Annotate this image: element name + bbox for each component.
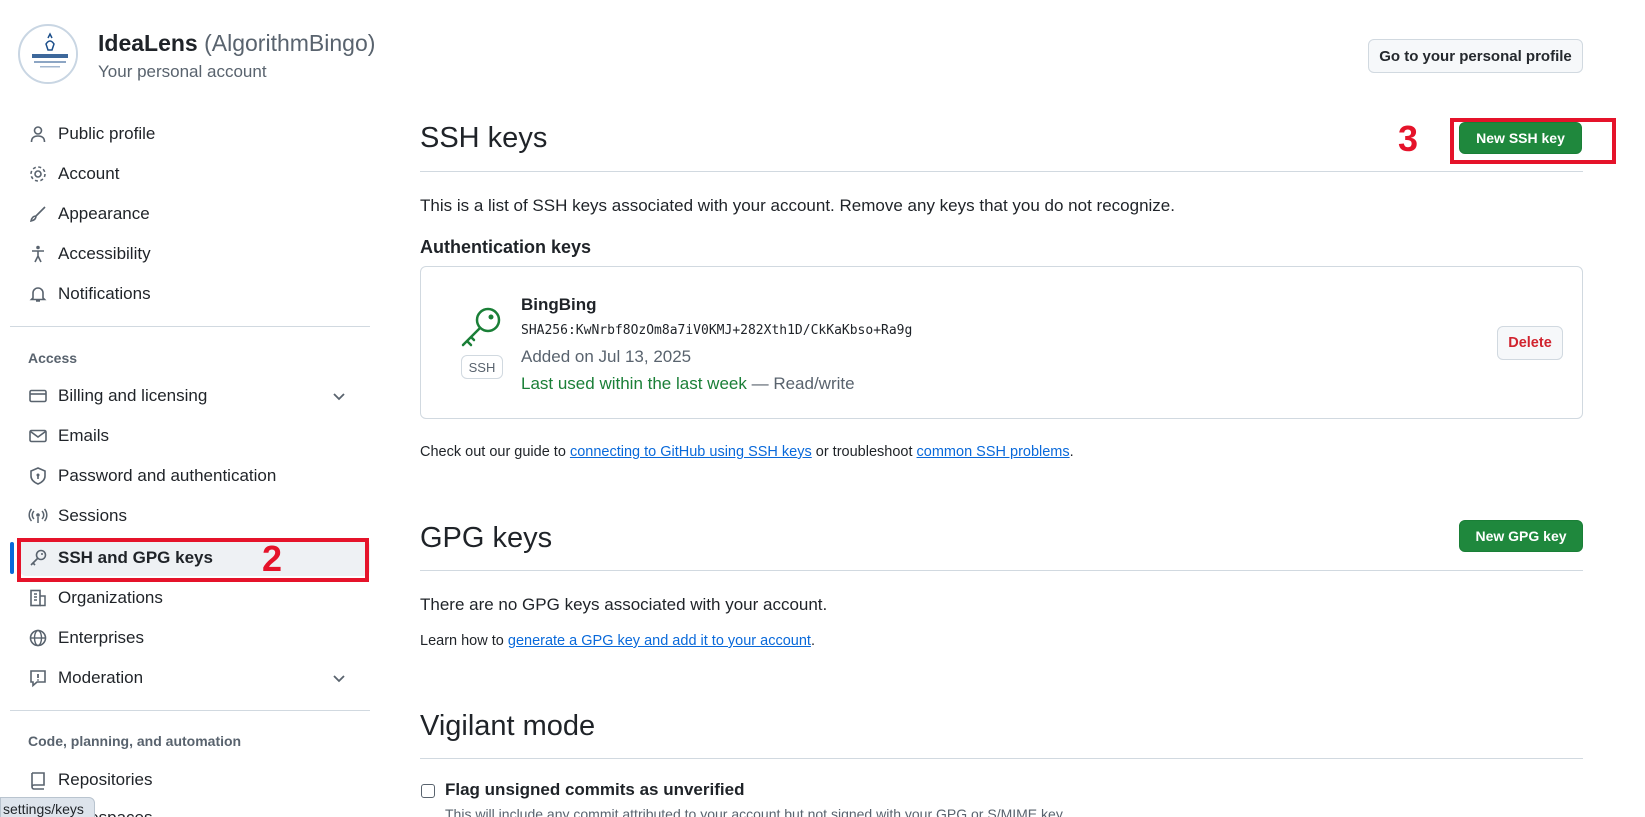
sidebar-item-label: Enterprises: [58, 628, 144, 647]
key-icon: [461, 307, 501, 347]
ssh-heading-divider: [420, 171, 1583, 172]
sidebar-item-enterprises[interactable]: Enterprises: [20, 620, 370, 656]
sidebar-item-organizations[interactable]: Organizations: [20, 580, 370, 616]
guide-prefix: Check out our guide to: [420, 444, 566, 460]
learn-suffix: .: [810, 633, 815, 649]
repo-icon: [28, 770, 48, 790]
connecting-ssh-guide-link[interactable]: connecting to GitHub using SSH keys: [570, 444, 812, 460]
organization-icon: [28, 588, 48, 608]
ssh-guide-text: Check out our guide to connecting to Git…: [420, 444, 1074, 460]
vigilant-heading-divider: [420, 758, 1583, 759]
sidebar-item-password[interactable]: Password and authentication: [20, 458, 370, 494]
generate-gpg-key-link[interactable]: generate a GPG key and add it to your ac…: [508, 633, 811, 649]
go-to-profile-button[interactable]: Go to your personal profile: [1368, 39, 1583, 73]
sidebar-item-notifications[interactable]: Notifications: [20, 276, 370, 312]
sidebar-item-repositories[interactable]: Repositories: [20, 762, 370, 798]
avatar[interactable]: [18, 24, 78, 84]
sidebar-item-appearance[interactable]: Appearance: [20, 196, 370, 232]
gear-icon: [28, 164, 48, 184]
sidebar-item-label: Organizations: [58, 588, 163, 607]
gpg-empty-text: There are no GPG keys associated with yo…: [420, 595, 828, 614]
gpg-learn-text: Learn how to generate a GPG key and add …: [420, 633, 815, 649]
globe-icon: [28, 628, 48, 648]
chevron-down-icon[interactable]: [330, 669, 348, 687]
sidebar-item-label: Notifications: [58, 284, 151, 303]
sidebar-item-label: Accessibility: [58, 244, 151, 263]
sidebar-item-accessibility[interactable]: Accessibility: [20, 236, 370, 272]
sidebar-item-label: Appearance: [58, 204, 150, 223]
sidebar-item-moderation[interactable]: Moderation: [20, 660, 370, 696]
ssh-key-fingerprint: SHA256:KwNrbf8OzOm8a7iV0KMJ+282Xth1D/CkK…: [521, 323, 913, 338]
sidebar-item-label: Account: [58, 164, 120, 183]
sidebar-item-label: Emails: [58, 426, 110, 445]
guide-middle: or troubleshoot: [815, 444, 913, 460]
account-handle: (AlgorithmBingo): [204, 30, 376, 56]
sidebar-group-access: Access: [28, 350, 78, 366]
guide-suffix: .: [1069, 444, 1074, 460]
authentication-keys-heading: Authentication keys: [420, 237, 592, 257]
broadcast-icon: [28, 506, 48, 526]
paintbrush-icon: [28, 204, 48, 224]
ssh-key-added-date: Added on Jul 13, 2025: [521, 347, 692, 366]
new-gpg-key-button[interactable]: New GPG key: [1459, 520, 1583, 552]
idealens-logo: [21, 27, 76, 82]
mail-icon: [28, 426, 48, 446]
chevron-down-icon[interactable]: [330, 387, 348, 405]
sidebar-item-public-profile[interactable]: Public profile: [20, 116, 370, 152]
url-tooltip: settings/keys: [0, 797, 95, 817]
annotation-box-step-2: [17, 538, 369, 582]
gpg-heading-divider: [420, 570, 1583, 571]
account-name: IdeaLens (AlgorithmBingo): [98, 30, 375, 57]
credit-card-icon: [28, 386, 48, 406]
sidebar-item-emails[interactable]: Emails: [20, 418, 370, 454]
bell-icon: [28, 284, 48, 304]
flag-unsigned-commits-checkbox[interactable]: [421, 784, 435, 798]
flag-unsigned-commits-note: This will include any commit attributed …: [445, 806, 1066, 817]
sidebar-item-label: Repositories: [58, 770, 153, 789]
person-icon: [28, 124, 48, 144]
sidebar-item-label: Password and authentication: [58, 466, 277, 485]
sidebar-divider: [10, 710, 370, 711]
sidebar-item-label: Sessions: [58, 506, 127, 525]
vigilant-mode-heading: Vigilant mode: [420, 710, 596, 742]
ssh-key-card: SSH BingBing SHA256:KwNrbf8OzOm8a7iV0KMJ…: [420, 266, 1583, 419]
sidebar-item-label: Moderation: [58, 668, 144, 687]
ssh-description: This is a list of SSH keys associated wi…: [420, 196, 1175, 215]
sidebar-item-billing[interactable]: Billing and licensing: [20, 378, 370, 414]
delete-ssh-key-button[interactable]: Delete: [1497, 326, 1563, 360]
sidebar-group-code: Code, planning, and automation: [28, 733, 242, 749]
learn-prefix: Learn how to: [420, 633, 504, 649]
common-ssh-problems-link[interactable]: common SSH problems: [917, 444, 1070, 460]
ssh-key-title: BingBing: [521, 295, 597, 314]
sidebar-divider: [10, 326, 370, 327]
report-icon: [28, 668, 48, 688]
shield-lock-icon: [28, 466, 48, 486]
gpg-keys-heading: GPG keys: [420, 522, 553, 554]
sidebar-item-label: Public profile: [58, 124, 156, 143]
account-name-text: IdeaLens: [98, 30, 198, 56]
annotation-number-3: 3: [1398, 118, 1419, 159]
active-indicator: [10, 542, 14, 574]
flag-unsigned-commits-label[interactable]: Flag unsigned commits as unverified: [445, 780, 744, 800]
accessibility-icon: [28, 244, 48, 264]
account-subtitle: Your personal account: [98, 62, 267, 81]
annotation-box-step-3: [1450, 118, 1616, 164]
last-used-text: Last used within the last week: [521, 374, 747, 393]
ssh-key-last-used: Last used within the last week — Read/wr…: [521, 374, 855, 394]
ssh-keys-heading: SSH keys: [420, 122, 548, 154]
ssh-badge: SSH: [461, 355, 503, 379]
sidebar-item-sessions[interactable]: Sessions: [20, 498, 370, 534]
sidebar-item-account[interactable]: Account: [20, 156, 370, 192]
sidebar-item-label: Billing and licensing: [58, 386, 208, 405]
access-level: — Read/write: [751, 374, 855, 393]
annotation-number-2: 2: [262, 538, 283, 579]
